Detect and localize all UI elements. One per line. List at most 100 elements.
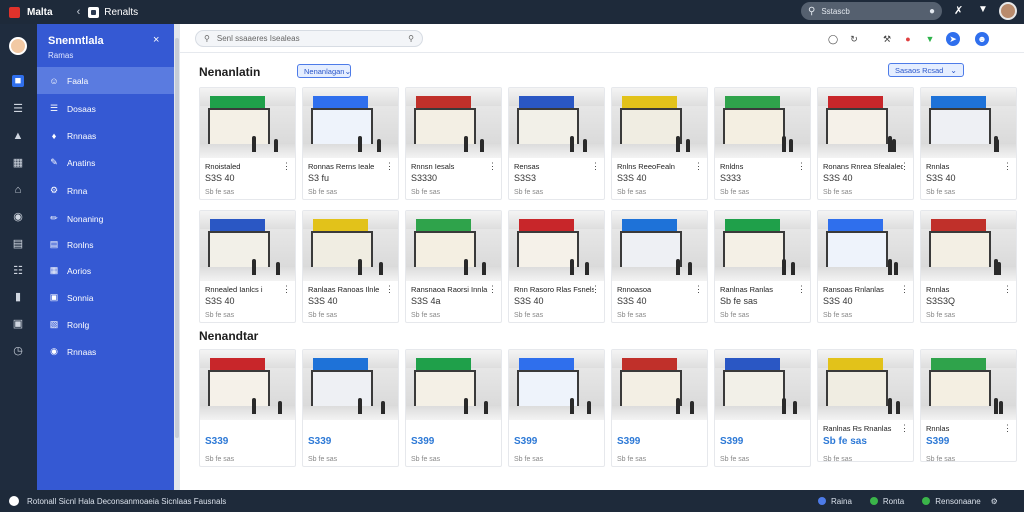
- status-item-2[interactable]: Ronta: [883, 497, 904, 506]
- product-image[interactable]: [406, 211, 501, 281]
- product-image[interactable]: [612, 211, 707, 281]
- product-name[interactable]: Rnnlas: [926, 285, 1006, 294]
- refresh-icon[interactable]: ↻: [847, 32, 861, 46]
- product-name[interactable]: Ransnaoa Raorsi Innla: [411, 285, 491, 294]
- product-card[interactable]: S399 Sb fe sas: [611, 349, 708, 467]
- product-image[interactable]: [612, 88, 707, 158]
- product-card[interactable]: Rnoistaled ⋮ S3S 40 Sb fe sas: [199, 87, 296, 200]
- home-icon[interactable]: ■: [12, 75, 24, 87]
- product-image[interactable]: [406, 350, 501, 420]
- sidebar-item-10[interactable]: ◉ Rnnaas: [37, 338, 174, 365]
- product-card[interactable]: Ranlaas Ranoas Ilnle ⋮ S3S 40 Sb fe sas: [302, 210, 399, 323]
- more-options-icon[interactable]: ⋮: [488, 284, 497, 295]
- chart-icon[interactable]: ▲: [12, 130, 24, 142]
- product-card[interactable]: Rnlns ReeoFealn ⋮ S3S 40 Sb fe sas: [611, 87, 708, 200]
- profile-avatar[interactable]: [9, 37, 27, 55]
- sidebar-item-8[interactable]: ▣ Sonnia: [37, 284, 174, 311]
- product-image[interactable]: [509, 211, 604, 281]
- product-image[interactable]: [303, 211, 398, 281]
- product-image[interactable]: [921, 211, 1016, 281]
- product-image[interactable]: [921, 88, 1016, 158]
- more-options-icon[interactable]: ⋮: [694, 284, 703, 295]
- product-card[interactable]: Rnnlas ⋮ S3S 40 Sb fe sas: [920, 87, 1017, 200]
- more-options-icon[interactable]: ⋮: [694, 161, 703, 172]
- product-image[interactable]: [509, 350, 604, 420]
- product-card[interactable]: S339 Sb fe sas: [199, 349, 296, 467]
- sidebar-item-7[interactable]: ▦ Aorios: [37, 257, 174, 284]
- product-image[interactable]: [818, 88, 913, 158]
- sidebar-item-1[interactable]: ☰ Dosaas: [37, 95, 174, 122]
- sidebar-item-9[interactable]: ▧ Ronlg: [37, 311, 174, 338]
- product-card[interactable]: Rnnlas ⋮ S399 Sb fe sas: [920, 349, 1017, 462]
- more-options-icon[interactable]: ⋮: [385, 284, 394, 295]
- product-card[interactable]: Ronnas Rerns Ieale ⋮ S3 fu Sb fe sas: [302, 87, 399, 200]
- product-image[interactable]: [303, 350, 398, 420]
- status-item-1[interactable]: Raina: [831, 497, 852, 506]
- book-icon[interactable]: ▤: [12, 238, 24, 250]
- product-card[interactable]: Rnnealed Ianlcs i ⋮ S3S 40 Sb fe sas: [199, 210, 296, 323]
- product-image[interactable]: [200, 350, 295, 420]
- product-name[interactable]: Rnnoasoa: [617, 285, 697, 294]
- more-options-icon[interactable]: ⋮: [591, 161, 600, 172]
- product-image[interactable]: [612, 350, 707, 420]
- product-card[interactable]: Rnnsn Iesals ⋮ S3330 Sb fe sas: [405, 87, 502, 200]
- share-icon[interactable]: ➤: [946, 32, 960, 46]
- product-card[interactable]: Ransnaoa Raorsi Innla ⋮ S3S 4a Sb fe sas: [405, 210, 502, 323]
- more-options-icon[interactable]: ⋮: [900, 161, 909, 172]
- more-options-icon[interactable]: ⋮: [1003, 284, 1012, 295]
- more-options-icon[interactable]: ⋮: [488, 161, 497, 172]
- clock-icon[interactable]: ◷: [12, 345, 24, 357]
- filter-dropdown[interactable]: Nenanlagan ⌄: [297, 64, 351, 78]
- product-name[interactable]: Rnldns: [720, 162, 800, 171]
- product-card[interactable]: Rensas ⋮ S3S3 Sb fe sas: [508, 87, 605, 200]
- notification-icon[interactable]: ●: [901, 32, 915, 46]
- product-image[interactable]: [715, 88, 810, 158]
- more-options-icon[interactable]: ⋮: [385, 161, 394, 172]
- product-card[interactable]: Rnn Rasoro Rlas Fsnels ⋮ S3S 40 Sb fe sas: [508, 210, 605, 323]
- product-image[interactable]: [921, 350, 1016, 420]
- more-options-icon[interactable]: ⋮: [900, 284, 909, 295]
- product-card[interactable]: Rnnoasoa ⋮ S3S 40 Sb fe sas: [611, 210, 708, 323]
- more-options-icon[interactable]: ⋮: [282, 284, 291, 295]
- product-image[interactable]: [303, 88, 398, 158]
- sidebar-item-6[interactable]: ▤ Ronlns: [37, 231, 174, 258]
- search-submit-icon[interactable]: ⚲: [408, 34, 414, 43]
- product-name[interactable]: Rnn Rasoro Rlas Fsnels: [514, 285, 594, 294]
- product-image[interactable]: [715, 350, 810, 420]
- product-name[interactable]: Ranlnas Ranlas: [720, 285, 800, 294]
- product-name[interactable]: Ronnas Rerns Ieale: [308, 162, 388, 171]
- product-card[interactable]: Rnldns ⋮ S333 Sb fe sas: [714, 87, 811, 200]
- close-icon[interactable]: ×: [153, 34, 159, 46]
- sidebar-item-4[interactable]: ⚙ Rnna: [37, 177, 174, 204]
- sidebar-item-2[interactable]: ♦ Rnnaas: [37, 122, 174, 149]
- sidebar-item-3[interactable]: ✎ Anatins: [37, 149, 174, 176]
- grid-icon[interactable]: ☷: [12, 265, 24, 277]
- download-icon[interactable]: ▼: [923, 32, 937, 46]
- product-name[interactable]: Rnoistaled: [205, 162, 285, 171]
- location-icon[interactable]: ◉: [12, 211, 24, 223]
- search-clear-icon[interactable]: ●: [929, 6, 935, 17]
- status-item-3[interactable]: Rensonaane: [935, 497, 980, 506]
- product-name[interactable]: Ransoas Rnlanlas: [823, 285, 903, 294]
- sidebar-item-5[interactable]: ✏ Nonaning: [37, 205, 174, 232]
- more-options-icon[interactable]: ⋮: [900, 423, 909, 434]
- product-name[interactable]: Ranlaas Ranoas Ilnle: [308, 285, 388, 294]
- more-options-icon[interactable]: ⋮: [282, 161, 291, 172]
- product-name[interactable]: Rnlns ReeoFealn: [617, 162, 697, 171]
- product-image[interactable]: [715, 211, 810, 281]
- sidebar-item-0[interactable]: ☺ Faala: [37, 67, 174, 94]
- product-name[interactable]: Rnnealed Ianlcs i: [205, 285, 285, 294]
- sort-dropdown[interactable]: Sasaos Rcsad ⌄: [888, 63, 964, 77]
- product-name[interactable]: Rensas: [514, 162, 594, 171]
- more-options-icon[interactable]: ⋮: [797, 284, 806, 295]
- bell-icon[interactable]: ▼: [978, 4, 988, 15]
- tab-label[interactable]: Renalts: [104, 7, 138, 18]
- product-image[interactable]: [509, 88, 604, 158]
- user-avatar[interactable]: [999, 2, 1017, 20]
- more-options-icon[interactable]: ⋮: [1003, 161, 1012, 172]
- scroll-thumb[interactable]: [175, 38, 179, 438]
- settings-icon[interactable]: ⚙: [991, 497, 998, 506]
- content-search-input[interactable]: ⚲ Senl ssaaeres Isealeas ⚲: [195, 30, 423, 47]
- product-image[interactable]: [818, 211, 913, 281]
- calendar-icon[interactable]: ▦: [12, 157, 24, 169]
